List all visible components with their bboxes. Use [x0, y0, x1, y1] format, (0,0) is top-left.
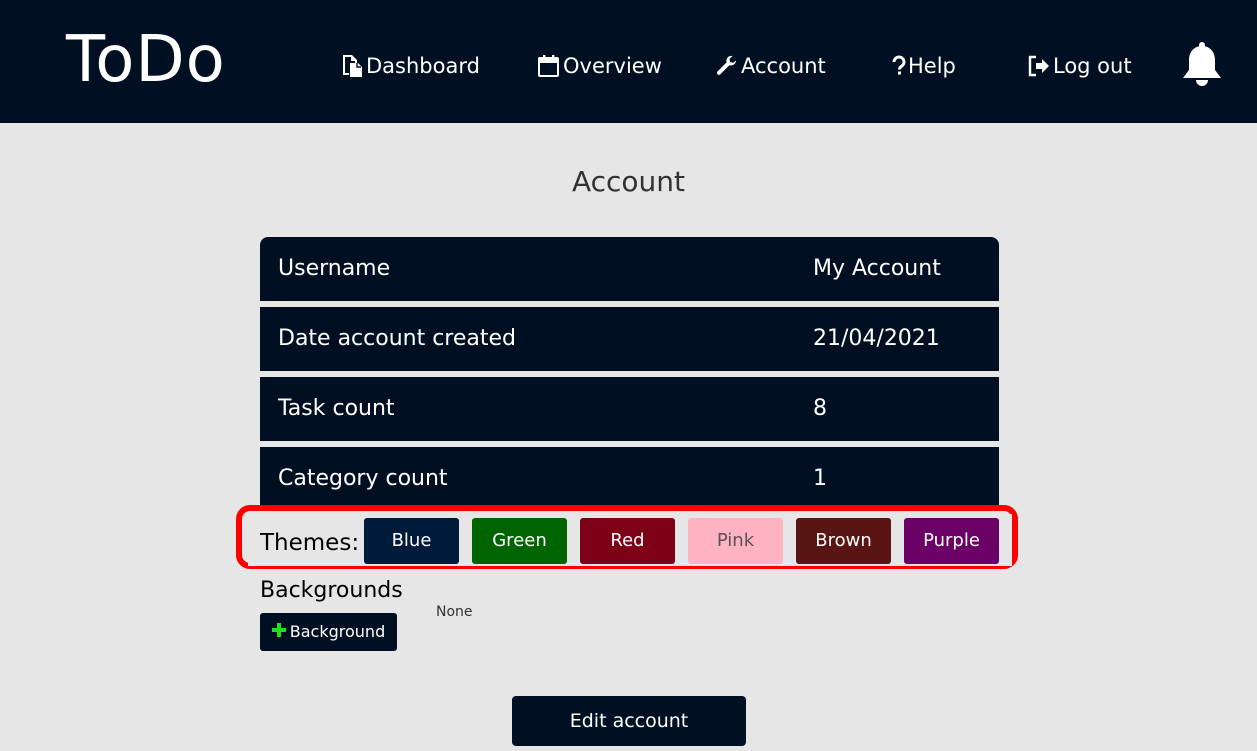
nav-dashboard[interactable]: Dashboard [340, 50, 480, 82]
row-key: Task count [278, 396, 395, 421]
nav-account[interactable]: Account [715, 50, 826, 82]
navbar: ToDo Dashboard Overview Account Help Log… [0, 0, 1257, 123]
theme-pink-button[interactable]: Pink [688, 518, 783, 564]
logout-icon [1027, 54, 1051, 78]
row-value: 1 [813, 466, 827, 491]
edit-account-button[interactable]: Edit account [512, 696, 746, 746]
nav-overview-label: Overview [563, 54, 662, 78]
add-background-button[interactable]: Background [260, 613, 397, 651]
nav-overview[interactable]: Overview [537, 50, 662, 82]
theme-purple-button[interactable]: Purple [904, 518, 999, 564]
calendar-icon [537, 54, 561, 78]
themes-label: Themes: [260, 530, 360, 556]
info-row-task-count: Task count 8 [260, 377, 999, 441]
info-row-date-created: Date account created 21/04/2021 [260, 307, 999, 371]
backgrounds-label: Backgrounds [260, 578, 403, 603]
nav-dashboard-label: Dashboard [366, 54, 480, 78]
row-key: Username [278, 256, 391, 281]
theme-red-button[interactable]: Red [580, 518, 675, 564]
question-icon [892, 54, 906, 78]
wrench-icon [715, 54, 739, 78]
row-key: Date account created [278, 326, 517, 351]
theme-green-button[interactable]: Green [472, 518, 567, 564]
nav-help-label: Help [908, 54, 956, 78]
app-logo[interactable]: ToDo [66, 22, 226, 98]
row-value: 8 [813, 396, 827, 421]
nav-account-label: Account [741, 54, 826, 78]
bell-icon[interactable] [1180, 40, 1224, 88]
info-row-username: Username My Account [260, 237, 999, 301]
row-value: 21/04/2021 [813, 326, 940, 351]
theme-blue-button[interactable]: Blue [364, 518, 459, 564]
add-background-label: Background [289, 622, 386, 641]
row-value: My Account [813, 256, 941, 281]
row-key: Category count [278, 466, 448, 491]
nav-help[interactable]: Help [892, 50, 956, 82]
backgrounds-current: None [436, 604, 473, 620]
dashboard-icon [340, 54, 364, 78]
theme-brown-button[interactable]: Brown [796, 518, 891, 564]
nav-logout[interactable]: Log out [1027, 50, 1132, 82]
info-row-category-count: Category count 1 [260, 447, 999, 507]
plus-icon [271, 613, 286, 651]
nav-logout-label: Log out [1053, 54, 1132, 78]
page-title: Account [571, 165, 686, 198]
